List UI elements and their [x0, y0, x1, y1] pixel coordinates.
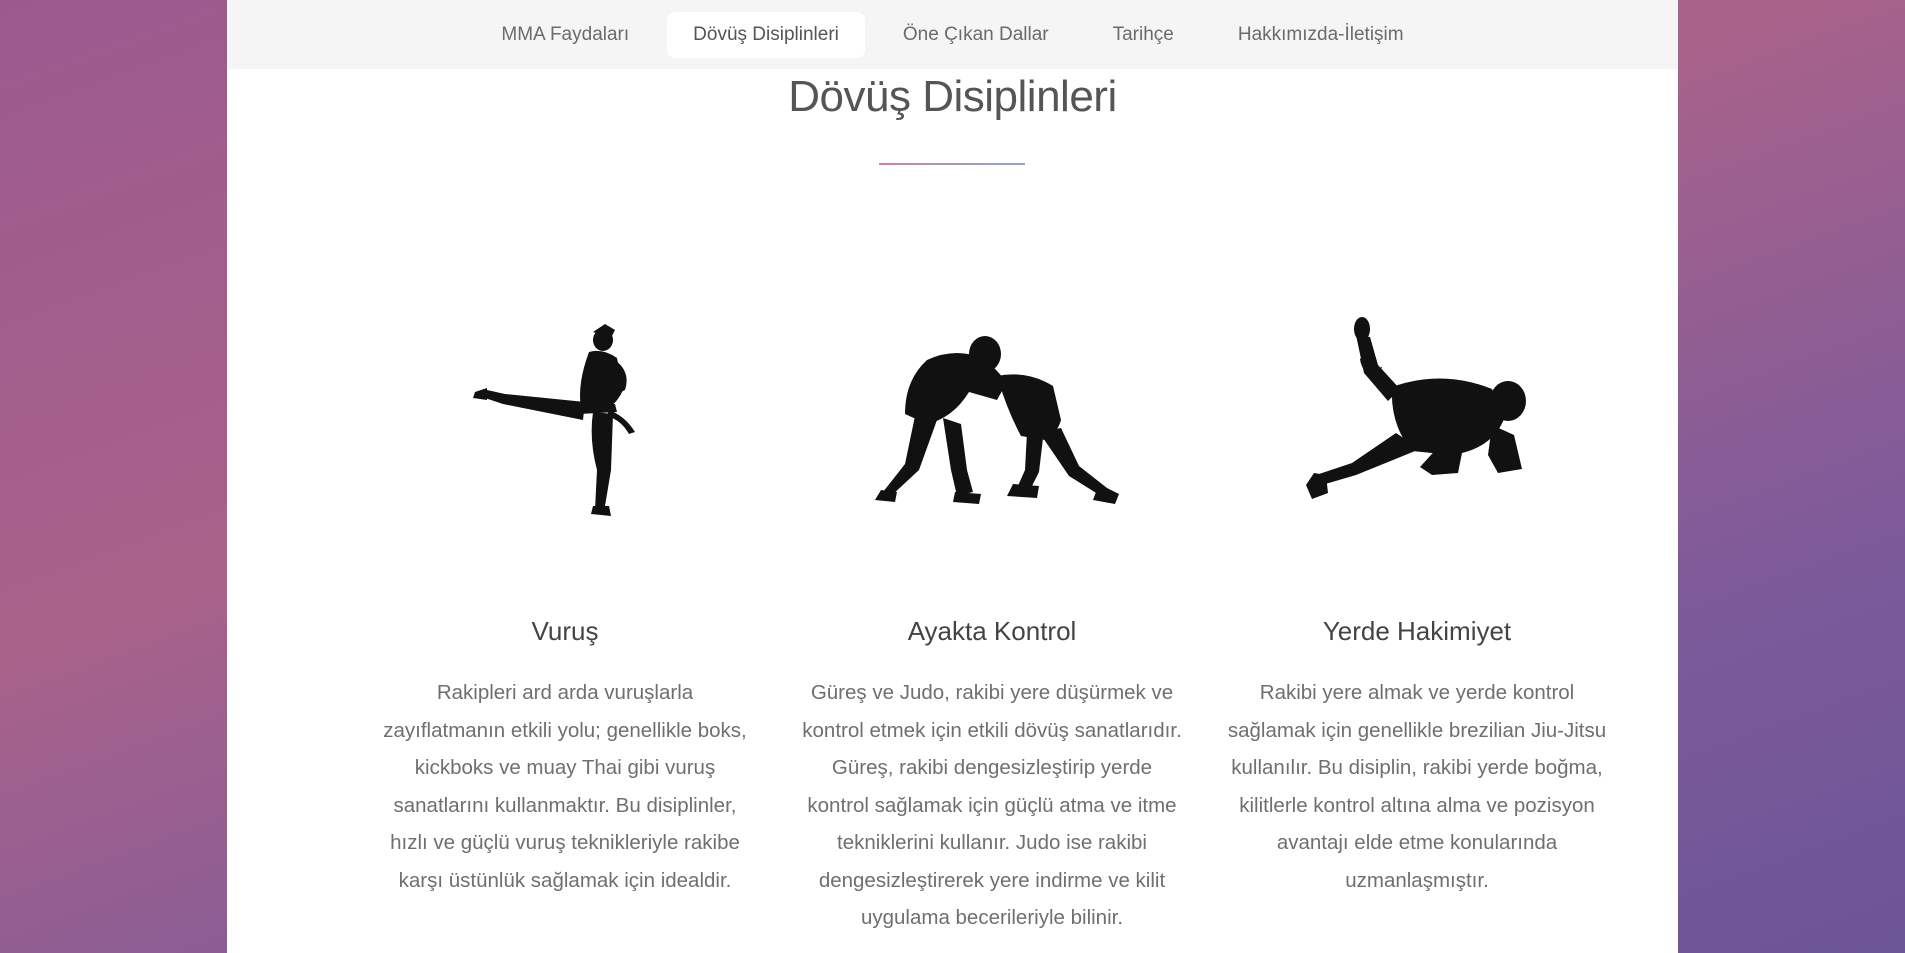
page-content: MMA Faydaları Dövüş Disiplinleri Öne Çık… — [227, 0, 1678, 953]
title-divider — [879, 163, 1025, 165]
top-navigation: MMA Faydaları Dövüş Disiplinleri Öne Çık… — [227, 0, 1678, 69]
nav-item-tarihce[interactable]: Tarihçe — [1087, 12, 1200, 58]
discipline-heading: Ayakta Kontrol — [907, 616, 1077, 646]
discipline-heading: Vuruş — [531, 616, 599, 646]
section-title: Dövüş Disiplinleri — [788, 72, 1117, 121]
discipline-description: Rakipleri ard arda vuruşlarla zayıflatma… — [383, 681, 747, 892]
discipline-card-yerde-hakimiyet: Yerde Hakimiyet Rakibi yere almak ve yer… — [1227, 300, 1607, 892]
discipline-card-ayakta-kontrol: Ayakta Kontrol Güreş ve Judo, rakibi yer… — [802, 300, 1182, 929]
nav-item-hakkimizda-iletisim[interactable]: Hakkımızda-İletişim — [1212, 12, 1430, 58]
discipline-description: Güreş ve Judo, rakibi yere düşürmek ve k… — [802, 681, 1182, 929]
discipline-heading: Yerde Hakimiyet — [1322, 616, 1512, 646]
nav-item-one-cikan-dallar[interactable]: Öne Çıkan Dallar — [877, 12, 1075, 58]
karate-kick-icon — [375, 300, 755, 540]
discipline-description: Rakibi yere almak ve yerde kontrol sağla… — [1227, 681, 1607, 892]
wrestlers-icon — [802, 300, 1182, 540]
nav-item-mma-faydalari[interactable]: MMA Faydaları — [475, 12, 655, 58]
nav-item-dovus-disiplinleri[interactable]: Dövüş Disiplinleri — [667, 11, 865, 58]
ground-fighter-icon — [1227, 300, 1607, 540]
discipline-card-vurus: Vuruş Rakipleri ard arda vuruşlarla zayı… — [375, 300, 755, 892]
